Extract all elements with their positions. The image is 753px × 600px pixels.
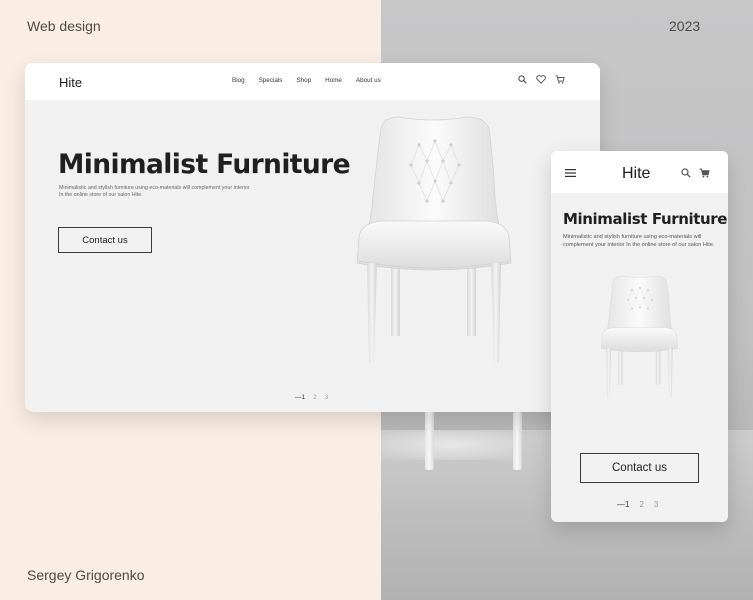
mobile-pagination: —1 2 3 [617, 500, 658, 509]
nav-item-shop[interactable]: Shop [296, 77, 311, 84]
page-1[interactable]: —1 [617, 500, 629, 509]
desktop-description-line: In the online store of our salon Hite. [59, 192, 143, 199]
desktop-mockup: Hite Blog Specials Shop Home About us Mi… [25, 63, 600, 412]
mobile-mockup: Hite Minimalist Furniture Minimalistic a… [551, 151, 728, 522]
desktop-header: Hite Blog Specials Shop Home About us [25, 63, 600, 100]
page-3[interactable]: 3 [654, 500, 658, 509]
chair-leg [467, 261, 476, 336]
desktop-description: Minimalistic and stylish furniture using… [59, 185, 299, 200]
chair-leg [491, 263, 501, 363]
top-left-label: Web design [27, 18, 101, 34]
nav-item-specials[interactable]: Specials [259, 77, 283, 84]
nav-item-home[interactable]: Home [325, 77, 342, 84]
page-2[interactable]: 2 [313, 394, 317, 401]
chair-leg [367, 263, 377, 363]
menu-icon[interactable] [565, 169, 576, 177]
desktop-contact-button[interactable]: Contact us [58, 227, 152, 253]
desktop-header-icons [518, 75, 565, 84]
chair-leg [391, 261, 400, 336]
mobile-headline: Minimalist Furniture [563, 210, 728, 228]
desktop-headline: Minimalist Furniture [58, 149, 351, 180]
nav-item-blog[interactable]: Blog [232, 77, 245, 84]
mobile-description: Minimalistic and stylish furniture using… [563, 234, 715, 248]
author-label: Sergey Grigorenko [27, 567, 145, 583]
page-1[interactable]: —1 [295, 394, 305, 401]
desktop-logo[interactable]: Hite [59, 75, 82, 90]
page-2[interactable]: 2 [639, 500, 643, 509]
mobile-contact-button[interactable]: Contact us [580, 453, 699, 483]
top-right-label: 2023 [669, 18, 701, 34]
mobile-logo[interactable]: Hite [622, 165, 650, 183]
cart-icon[interactable] [555, 75, 565, 84]
desktop-description-line: Minimalistic and stylish furniture using… [59, 185, 250, 191]
background-chair-leg [513, 412, 522, 470]
mobile-header: Hite [551, 151, 728, 193]
desktop-pagination: —1 2 3 [295, 394, 328, 401]
search-icon[interactable] [681, 168, 691, 178]
mobile-header-icons [681, 168, 710, 178]
nav-item-about[interactable]: About us [356, 77, 381, 84]
cart-icon[interactable] [699, 168, 710, 178]
desktop-nav: Blog Specials Shop Home About us [232, 77, 381, 84]
mobile-chair-image [601, 275, 678, 399]
heart-icon[interactable] [536, 75, 546, 84]
light-reflection [381, 430, 521, 460]
background-chair-leg [425, 410, 434, 470]
page-3[interactable]: 3 [325, 394, 329, 401]
search-icon[interactable] [518, 75, 527, 84]
desktop-chair-image [356, 116, 512, 363]
